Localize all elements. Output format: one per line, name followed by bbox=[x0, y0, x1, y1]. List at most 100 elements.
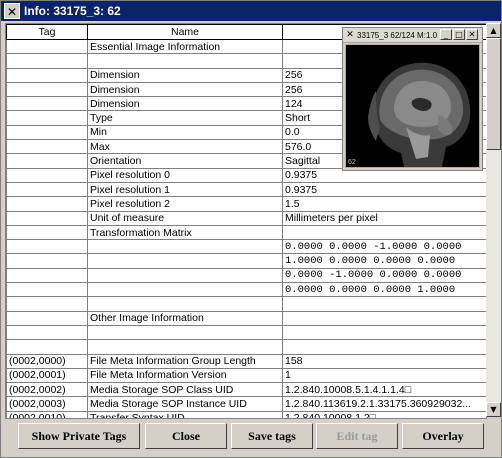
cell-name: Pixel resolution 0 bbox=[87, 167, 283, 183]
overlay-button[interactable]: Overlay bbox=[402, 423, 484, 449]
cell-value: 0.0000 0.0000 0.0000 1.0000 bbox=[282, 282, 486, 298]
column-header-tag[interactable]: Tag bbox=[6, 24, 88, 40]
cell-value bbox=[282, 339, 486, 355]
table-row[interactable]: (0002,0001) File Meta Information Version… bbox=[6, 367, 486, 384]
table-row[interactable]: Transformation Matrix bbox=[6, 224, 486, 241]
cell-name bbox=[87, 253, 283, 269]
cell-tag bbox=[6, 253, 88, 269]
cell-name: Pixel resolution 1 bbox=[87, 181, 283, 198]
scroll-up-button[interactable]: ▲ bbox=[486, 23, 501, 38]
table-row[interactable]: Unit of measure Millimeters per pixel bbox=[6, 210, 486, 226]
cell-value: Millimeters per pixel bbox=[282, 210, 486, 226]
cell-tag bbox=[6, 38, 88, 55]
cell-name: Media Storage SOP Instance UID bbox=[87, 396, 283, 412]
cell-name: Transfer Syntax UID bbox=[87, 410, 283, 418]
table-row[interactable]: Pixel resolution 2 1.5 bbox=[6, 196, 486, 212]
column-header-name[interactable]: Name bbox=[87, 24, 283, 40]
cell-name: Essential Image Information bbox=[87, 38, 283, 55]
cell-tag bbox=[6, 124, 88, 141]
cell-tag: (0002,0001) bbox=[6, 367, 88, 384]
cell-name bbox=[87, 282, 283, 298]
cell-name bbox=[87, 339, 283, 355]
cell-tag bbox=[6, 296, 88, 312]
table-row[interactable]: (0002,0002) Media Storage SOP Class UID 1.… bbox=[6, 382, 486, 398]
cell-name: Other Image Information bbox=[87, 310, 283, 326]
cell-name: Transformation Matrix bbox=[87, 224, 283, 241]
table-row[interactable]: (0002,0000) File Meta Information Group L… bbox=[6, 353, 486, 369]
table-row[interactable] bbox=[6, 339, 486, 355]
cell-tag bbox=[6, 53, 88, 69]
table-row[interactable]: (0002,0010) Transfer Syntax UID 1.2.840.10… bbox=[6, 410, 486, 418]
save-tags-button[interactable]: Save tags bbox=[231, 423, 313, 449]
cell-value bbox=[282, 224, 486, 241]
table-row[interactable] bbox=[6, 324, 486, 341]
close-window-button[interactable]: ✕ bbox=[466, 29, 478, 40]
close-button[interactable]: Close bbox=[145, 423, 227, 449]
scroll-down-arrow-icon: ▼ bbox=[490, 405, 497, 414]
cell-tag bbox=[6, 110, 88, 126]
maximize-button[interactable]: □ bbox=[453, 29, 465, 40]
cell-tag bbox=[6, 196, 88, 212]
cell-value bbox=[282, 310, 486, 326]
cell-value: 1.2.840.10008.1.2□ bbox=[282, 410, 486, 418]
cell-name bbox=[87, 53, 283, 69]
table-row[interactable]: Pixel resolution 1 0.9375 bbox=[6, 181, 486, 198]
table-row[interactable]: (0002,0003) Media Storage SOP Instance UI… bbox=[6, 396, 486, 412]
cell-name: Media Storage SOP Class UID bbox=[87, 382, 283, 398]
mri-sagittal-image[interactable]: 62 bbox=[345, 44, 480, 168]
cell-name bbox=[87, 239, 283, 255]
table-row[interactable]: 1.0000 0.0000 0.0000 0.0000 bbox=[6, 253, 486, 269]
table-row[interactable]: 0.0000 0.0000 0.0000 1.0000 bbox=[6, 282, 486, 298]
cell-name: Type bbox=[87, 110, 283, 126]
minimize-icon: _ bbox=[444, 30, 448, 39]
title-bar[interactable]: ✕ Info: 33175_3: 62 bbox=[1, 1, 501, 21]
close-icon: ✕ bbox=[468, 30, 476, 39]
maximize-icon: □ bbox=[455, 30, 463, 39]
vertical-scrollbar[interactable]: ▲ ▼ bbox=[486, 23, 501, 417]
image-window-title-bar[interactable]: ✕ 33175_3 62/124 M:1.0 _ □ ✕ bbox=[343, 28, 482, 43]
image-window-title: 33175_3 62/124 M:1.0 bbox=[357, 30, 438, 40]
cell-tag bbox=[6, 81, 88, 98]
cell-value: 0.0000 0.0000 -1.0000 0.0000 bbox=[282, 239, 486, 255]
image-window-x-icon: ✕ bbox=[346, 30, 354, 40]
cell-value: 1.2.840.113619.2.1.33175.360929032... bbox=[282, 396, 486, 412]
scroll-down-button[interactable]: ▼ bbox=[486, 402, 501, 417]
table-row[interactable] bbox=[6, 296, 486, 312]
scroll-thumb[interactable] bbox=[486, 38, 501, 150]
cell-tag bbox=[6, 239, 88, 255]
mri-head-image bbox=[346, 45, 479, 167]
image-preview-window[interactable]: ✕ 33175_3 62/124 M:1.0 _ □ ✕ 62 bbox=[342, 27, 483, 171]
cell-name: Dimension bbox=[87, 67, 283, 83]
cell-value: 1.5 bbox=[282, 196, 486, 212]
info-window: ✕ Info: 33175_3: 62 Tag Name Essential I… bbox=[0, 0, 502, 458]
edit-tag-button[interactable]: Edit tag bbox=[316, 423, 398, 449]
cell-name: File Meta Information Version bbox=[87, 367, 283, 384]
cell-tag bbox=[6, 224, 88, 241]
cell-tag bbox=[6, 267, 88, 284]
cell-tag bbox=[6, 210, 88, 226]
cell-value: 1.0000 0.0000 0.0000 0.0000 bbox=[282, 253, 486, 269]
cell-tag: (0002,0003) bbox=[6, 396, 88, 412]
cell-tag: (0002,0010) bbox=[6, 410, 88, 418]
button-bar: Show Private Tags Close Save tags Edit t… bbox=[1, 419, 501, 457]
cell-name bbox=[87, 296, 283, 312]
cell-name: Pixel resolution 2 bbox=[87, 196, 283, 212]
table-row[interactable]: Other Image Information bbox=[6, 310, 486, 326]
cell-name: File Meta Information Group Length bbox=[87, 353, 283, 369]
cell-value: 158 bbox=[282, 353, 486, 369]
cell-name: Orientation bbox=[87, 153, 283, 169]
cell-tag bbox=[6, 96, 88, 112]
minimize-button[interactable]: _ bbox=[440, 29, 452, 40]
table-row[interactable]: 0.0000 0.0000 -1.0000 0.0000 bbox=[6, 239, 486, 255]
cell-name bbox=[87, 267, 283, 284]
cell-value bbox=[282, 296, 486, 312]
cell-name: Dimension bbox=[87, 96, 283, 112]
cell-name: Unit of measure bbox=[87, 210, 283, 226]
cell-value: 0.0000 -1.0000 0.0000 0.0000 bbox=[282, 267, 486, 284]
cell-tag bbox=[6, 339, 88, 355]
cell-tag bbox=[6, 167, 88, 183]
cell-tag bbox=[6, 153, 88, 169]
cell-tag bbox=[6, 282, 88, 298]
table-row[interactable]: 0.0000 -1.0000 0.0000 0.0000 bbox=[6, 267, 486, 284]
show-private-tags-button[interactable]: Show Private Tags bbox=[18, 423, 140, 449]
